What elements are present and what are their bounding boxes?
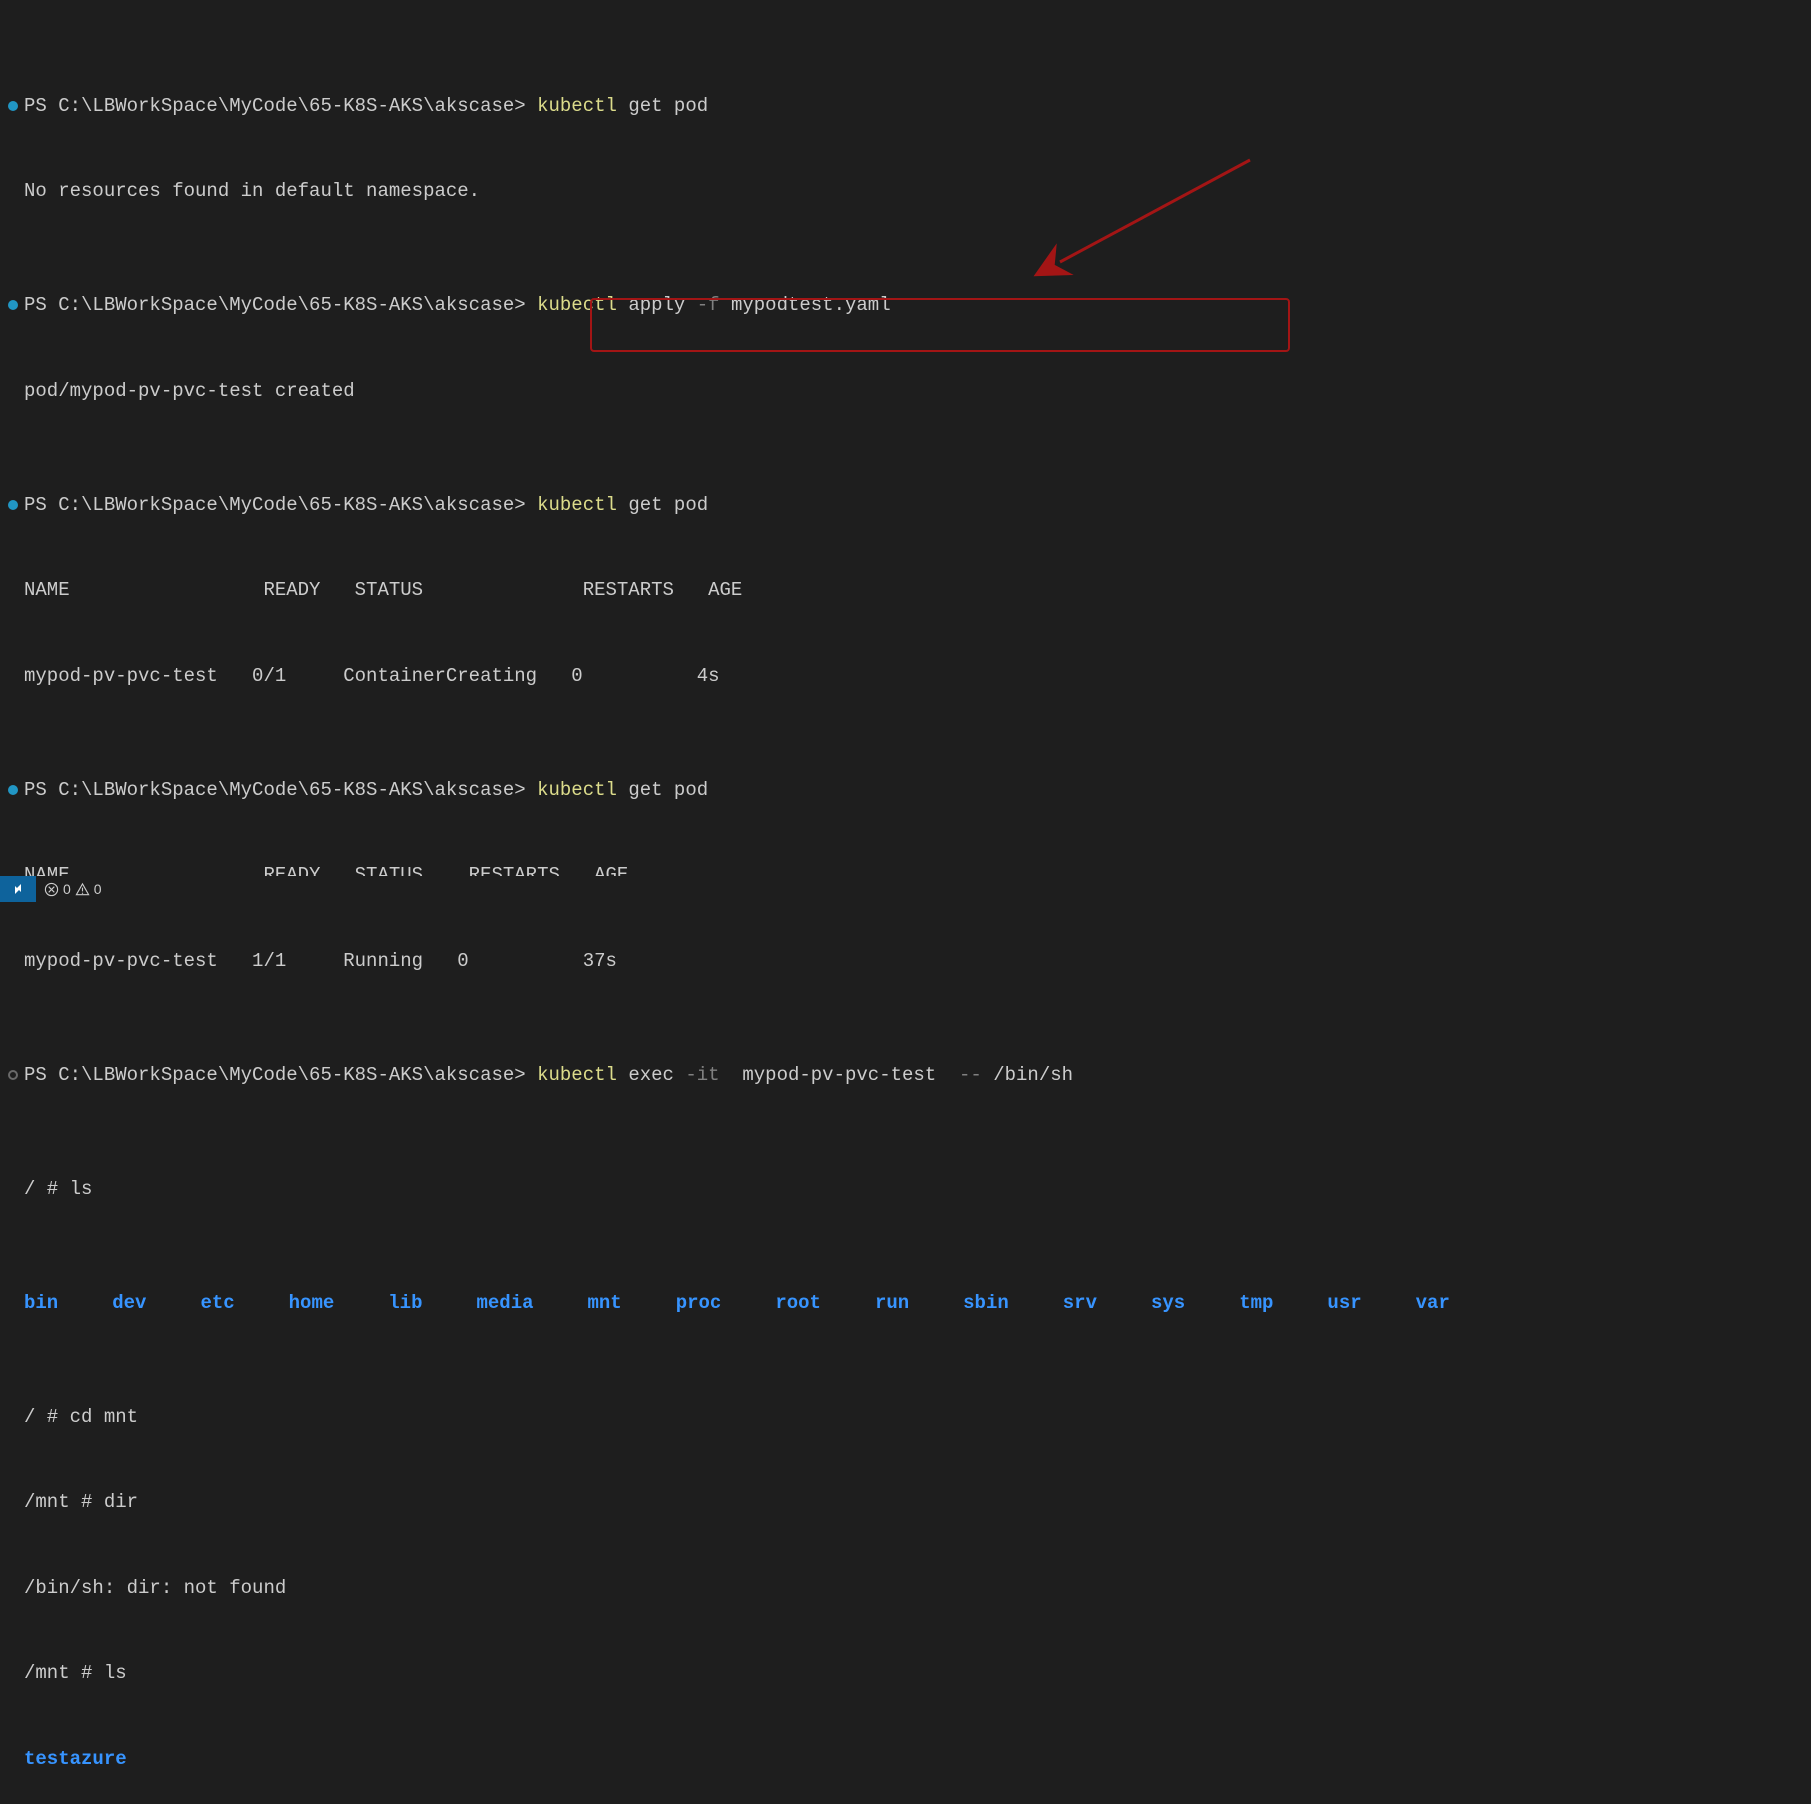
warning-count: 0 — [94, 879, 102, 900]
dir-entry: root — [775, 1289, 821, 1318]
prompt-path: PS C:\LBWorkSpace\MyCode\65-K8S-AKS\aksc… — [24, 776, 537, 805]
dir-entry: sys — [1151, 1289, 1185, 1318]
prompt-path: PS C:\LBWorkSpace\MyCode\65-K8S-AKS\aksc… — [24, 92, 537, 121]
table-header: NAME READY STATUS RESTARTS AGE — [8, 576, 1803, 605]
dir-entry: sbin — [963, 1289, 1009, 1318]
prompt-line-2: PS C:\LBWorkSpace\MyCode\65-K8S-AKS\aksc… — [8, 291, 1803, 320]
warning-icon — [75, 882, 90, 897]
remote-button[interactable] — [0, 876, 36, 902]
dir-entry: var — [1416, 1289, 1450, 1318]
dir-entry: tmp — [1239, 1289, 1273, 1318]
error-count: 0 — [63, 879, 71, 900]
bullet-icon — [8, 300, 18, 310]
ls-output: bin dev etc home lib media mnt proc root run sbin s… — [8, 1289, 1803, 1318]
prompt-path: PS C:\LBWorkSpace\MyCode\65-K8S-AKS\aksc… — [24, 1061, 537, 1090]
dir-entry: bin — [24, 1289, 58, 1318]
dir-entry: dev — [112, 1289, 146, 1318]
dir-entry: home — [289, 1289, 335, 1318]
cmd-flag: -it — [685, 1061, 719, 1090]
cmd-keyword: kubectl — [537, 491, 617, 520]
table-row: mypod-pv-pvc-test 0/1 ContainerCreating … — [8, 662, 1803, 691]
cmd-args: mypod-pv-pvc-test — [720, 1061, 959, 1090]
cmd-keyword: kubectl — [537, 1061, 617, 1090]
shell-line: / # cd mnt — [8, 1403, 1803, 1432]
dir-entry: lib — [388, 1289, 422, 1318]
cmd-args: exec — [617, 1061, 685, 1090]
prompt-path: PS C:\LBWorkSpace\MyCode\65-K8S-AKS\aksc… — [24, 491, 537, 520]
dir-entry: etc — [200, 1289, 234, 1318]
shell-line: /mnt # ls — [8, 1659, 1803, 1688]
prompt-line-4: PS C:\LBWorkSpace\MyCode\65-K8S-AKS\aksc… — [8, 776, 1803, 805]
cmd-args: mypodtest.yaml — [720, 291, 891, 320]
cmd-keyword: kubectl — [537, 776, 617, 805]
shell-line: testazure — [8, 1745, 1803, 1774]
prompt-path: PS C:\LBWorkSpace\MyCode\65-K8S-AKS\aksc… — [24, 291, 537, 320]
cmd-args: get pod — [617, 776, 708, 805]
cmd-keyword: kubectl — [537, 291, 617, 320]
cmd-args: apply — [617, 291, 697, 320]
bullet-icon — [8, 101, 18, 111]
shell-line: /mnt # dir — [8, 1488, 1803, 1517]
cmd-dash: -- — [959, 1061, 982, 1090]
terminal-output[interactable]: PS C:\LBWorkSpace\MyCode\65-K8S-AKS\aksc… — [0, 0, 1811, 1804]
problems-button[interactable]: 0 0 — [36, 879, 110, 900]
shell-line: /bin/sh: dir: not found — [8, 1574, 1803, 1603]
output-line: No resources found in default namespace. — [8, 177, 1803, 206]
status-bar: 0 0 — [0, 876, 1811, 902]
cmd-flag: -f — [697, 291, 720, 320]
output-line: pod/mypod-pv-pvc-test created — [8, 377, 1803, 406]
table-row: mypod-pv-pvc-test 1/1 Running 0 37s — [8, 947, 1803, 976]
prompt-line-1: PS C:\LBWorkSpace\MyCode\65-K8S-AKS\aksc… — [8, 92, 1803, 121]
dir-entry: run — [875, 1289, 909, 1318]
error-icon — [44, 882, 59, 897]
cmd-args: /bin/sh — [982, 1061, 1073, 1090]
cmd-args: get pod — [617, 491, 708, 520]
dir-entry: media — [476, 1289, 533, 1318]
cmd-keyword: kubectl — [537, 92, 617, 121]
dir-entry: mnt — [588, 1289, 622, 1318]
prompt-line-3: PS C:\LBWorkSpace\MyCode\65-K8S-AKS\aksc… — [8, 491, 1803, 520]
dir-entry: usr — [1327, 1289, 1361, 1318]
bullet-icon — [8, 785, 18, 795]
bullet-hollow-icon — [8, 1070, 18, 1080]
remote-icon — [10, 881, 26, 897]
cmd-args: get pod — [617, 92, 708, 121]
dir-entry: srv — [1063, 1289, 1097, 1318]
bullet-icon — [8, 500, 18, 510]
dir-entry: proc — [676, 1289, 722, 1318]
prompt-line-5: PS C:\LBWorkSpace\MyCode\65-K8S-AKS\aksc… — [8, 1061, 1803, 1090]
shell-line: / # ls — [8, 1175, 1803, 1204]
